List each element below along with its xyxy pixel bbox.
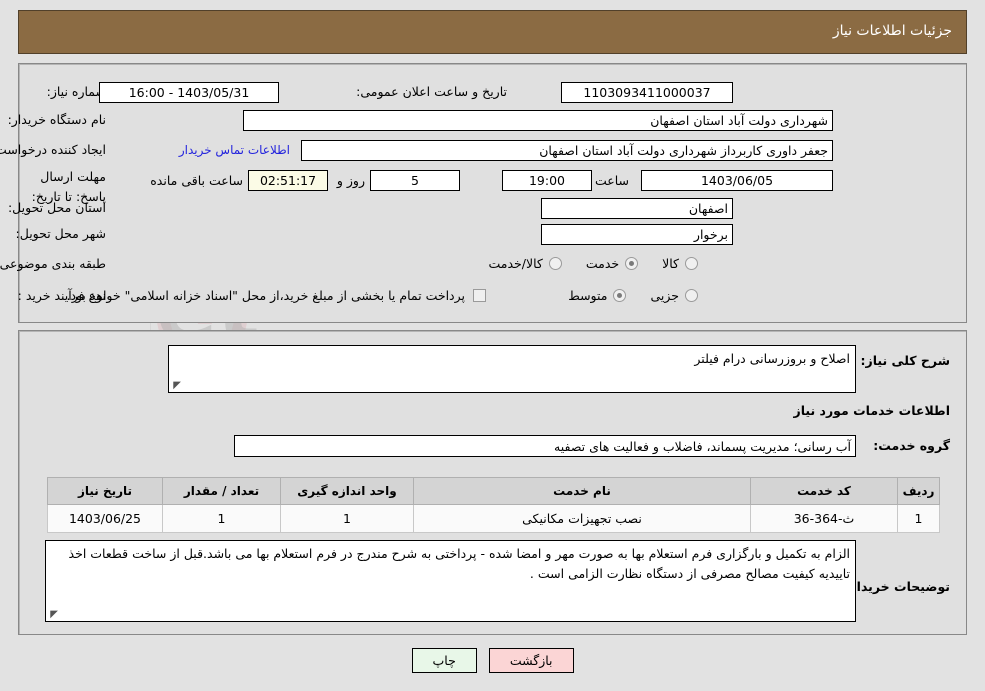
countdown-value: 02:51:17	[248, 170, 328, 191]
process-option-jozei-label: جزیی	[650, 288, 679, 303]
service-group-label: گروه خدمت:	[873, 438, 950, 453]
category-option-kala[interactable]: کالا	[662, 256, 698, 271]
category-radio-khedmat[interactable]	[625, 257, 639, 270]
general-desc-textarea[interactable]: اصلاح و بروزرسانی درام فیلتر ◤	[168, 345, 856, 393]
category-option-khedmat-label: خدمت	[585, 256, 620, 271]
process-option-motevaset-label: متوسط	[568, 288, 608, 303]
request-creator-label: ایجاد کننده درخواست:	[0, 142, 106, 157]
col-unit: واحد اندازه گیری	[280, 477, 414, 505]
buyer-org-value: شهرداری دولت آباد استان اصفهان	[243, 110, 833, 131]
buyer-notes-textarea[interactable]: الزام به تکمیل و بارگزاری فرم استعلام به…	[45, 540, 856, 622]
deadline-label: مهلت ارسال پاسخ: تا تاریخ:	[31, 169, 106, 204]
category-option-kala-label: کالا	[662, 256, 679, 271]
delivery-city-value: برخوار	[541, 224, 733, 245]
process-option-jozei[interactable]: جزیی	[650, 288, 698, 303]
category-option-kala-khedmat[interactable]: کالا/خدمت	[488, 256, 562, 271]
cell-unit: 1	[280, 504, 414, 533]
cell-service-code: ث-364-36	[750, 504, 898, 533]
deadline-date-value: 1403/06/05	[641, 170, 833, 191]
category-option-khedmat[interactable]: خدمت	[585, 256, 639, 271]
page-title: جزئیات اطلاعات نیاز	[832, 23, 952, 39]
process-radio-jozei[interactable]	[685, 289, 698, 302]
announce-datetime-value: 1403/05/31 - 16:00	[99, 82, 279, 103]
resize-grip-icon[interactable]: ◤	[171, 381, 181, 391]
hour-label: ساعت	[594, 173, 629, 188]
col-service-name: نام خدمت	[413, 477, 751, 505]
announce-datetime-label: تاریخ و ساعت اعلان عمومی:	[356, 84, 507, 99]
services-section-heading: اطلاعات خدمات مورد نیاز	[793, 403, 951, 418]
process-radio-motevaset[interactable]	[613, 289, 627, 302]
need-number-label: شماره نیاز:	[46, 84, 106, 99]
col-service-code: کد خدمت	[750, 477, 898, 505]
page-header-bar: جزئیات اطلاعات نیاز	[18, 10, 967, 54]
category-label: طبقه بندی موضوعی:	[0, 256, 106, 271]
process-option-motevaset[interactable]: متوسط	[568, 288, 627, 303]
delivery-city-label: شهر محل تحویل:	[15, 226, 106, 241]
delivery-province-label: استان محل تحویل:	[7, 200, 106, 215]
general-desc-label: شرح کلی نیاز:	[860, 353, 950, 368]
request-creator-value: جعفر داوری کاربرداز شهرداری دولت آباد اس…	[301, 140, 833, 161]
service-group-value: آب رسانی؛ مدیریت پسماند، فاضلاب و فعالیت…	[234, 435, 856, 457]
delivery-province-value: اصفهان	[541, 198, 733, 219]
buyer-org-label: نام دستگاه خریدار:	[7, 112, 106, 127]
table-header-row: ردیف کد خدمت نام خدمت واحد اندازه گیری ت…	[47, 477, 940, 505]
buyer-contact-link[interactable]: اطلاعات تماس خریدار	[179, 143, 290, 157]
cell-service-name: نصب تجهیزات مکانیکی	[413, 504, 751, 533]
col-need-date: تاریخ نیاز	[47, 477, 163, 505]
col-row-no: ردیف	[897, 477, 940, 505]
cell-row-no: 1	[897, 504, 940, 533]
col-quantity: تعداد / مقدار	[162, 477, 281, 505]
category-radio-group: کالا خدمت کالا/خدمت	[488, 256, 698, 271]
remaining-days-value: 5	[370, 170, 460, 191]
category-option-kala-khedmat-label: کالا/خدمت	[488, 256, 543, 271]
services-table: ردیف کد خدمت نام خدمت واحد اندازه گیری ت…	[47, 477, 940, 533]
print-button[interactable]: چاپ	[411, 648, 477, 673]
treasury-checkbox[interactable]	[473, 289, 486, 302]
need-number-value: 1103093411000037	[561, 82, 733, 103]
general-desc-value: اصلاح و بروزرسانی درام فیلتر	[694, 351, 850, 366]
treasury-option: پرداخت تمام یا بخشی از مبلغ خرید،از محل …	[66, 288, 486, 303]
buyer-notes-value: الزام به تکمیل و بارگزاری فرم استعلام به…	[68, 546, 850, 581]
cell-need-date: 1403/06/25	[47, 504, 163, 533]
category-radio-kala[interactable]	[685, 257, 698, 270]
treasury-text: پرداخت تمام یا بخشی از مبلغ خرید،از محل …	[66, 288, 465, 303]
buyer-notes-label: توضیحات خریدار:	[844, 579, 950, 594]
hour-value: 19:00	[502, 170, 592, 191]
resize-grip-icon-notes[interactable]: ◤	[48, 610, 58, 620]
category-radio-kala-khedmat[interactable]	[548, 257, 562, 270]
table-row: 1 ث-364-36 نصب تجهیزات مکانیکی 1 1 1403/…	[47, 504, 940, 533]
need-details-panel: شرح کلی نیاز: اصلاح و بروزرسانی درام فیل…	[18, 330, 967, 635]
footer-button-bar: بازگشت چاپ	[0, 648, 985, 673]
need-summary-panel: شماره نیاز: 1103093411000037 تاریخ و ساع…	[0, 63, 967, 323]
cell-quantity: 1	[162, 504, 281, 533]
back-button[interactable]: بازگشت	[488, 648, 574, 673]
process-radio-group: جزیی متوسط	[568, 288, 698, 303]
countdown-label: ساعت باقی مانده	[150, 173, 243, 188]
remaining-days-label: روز و	[336, 173, 365, 188]
